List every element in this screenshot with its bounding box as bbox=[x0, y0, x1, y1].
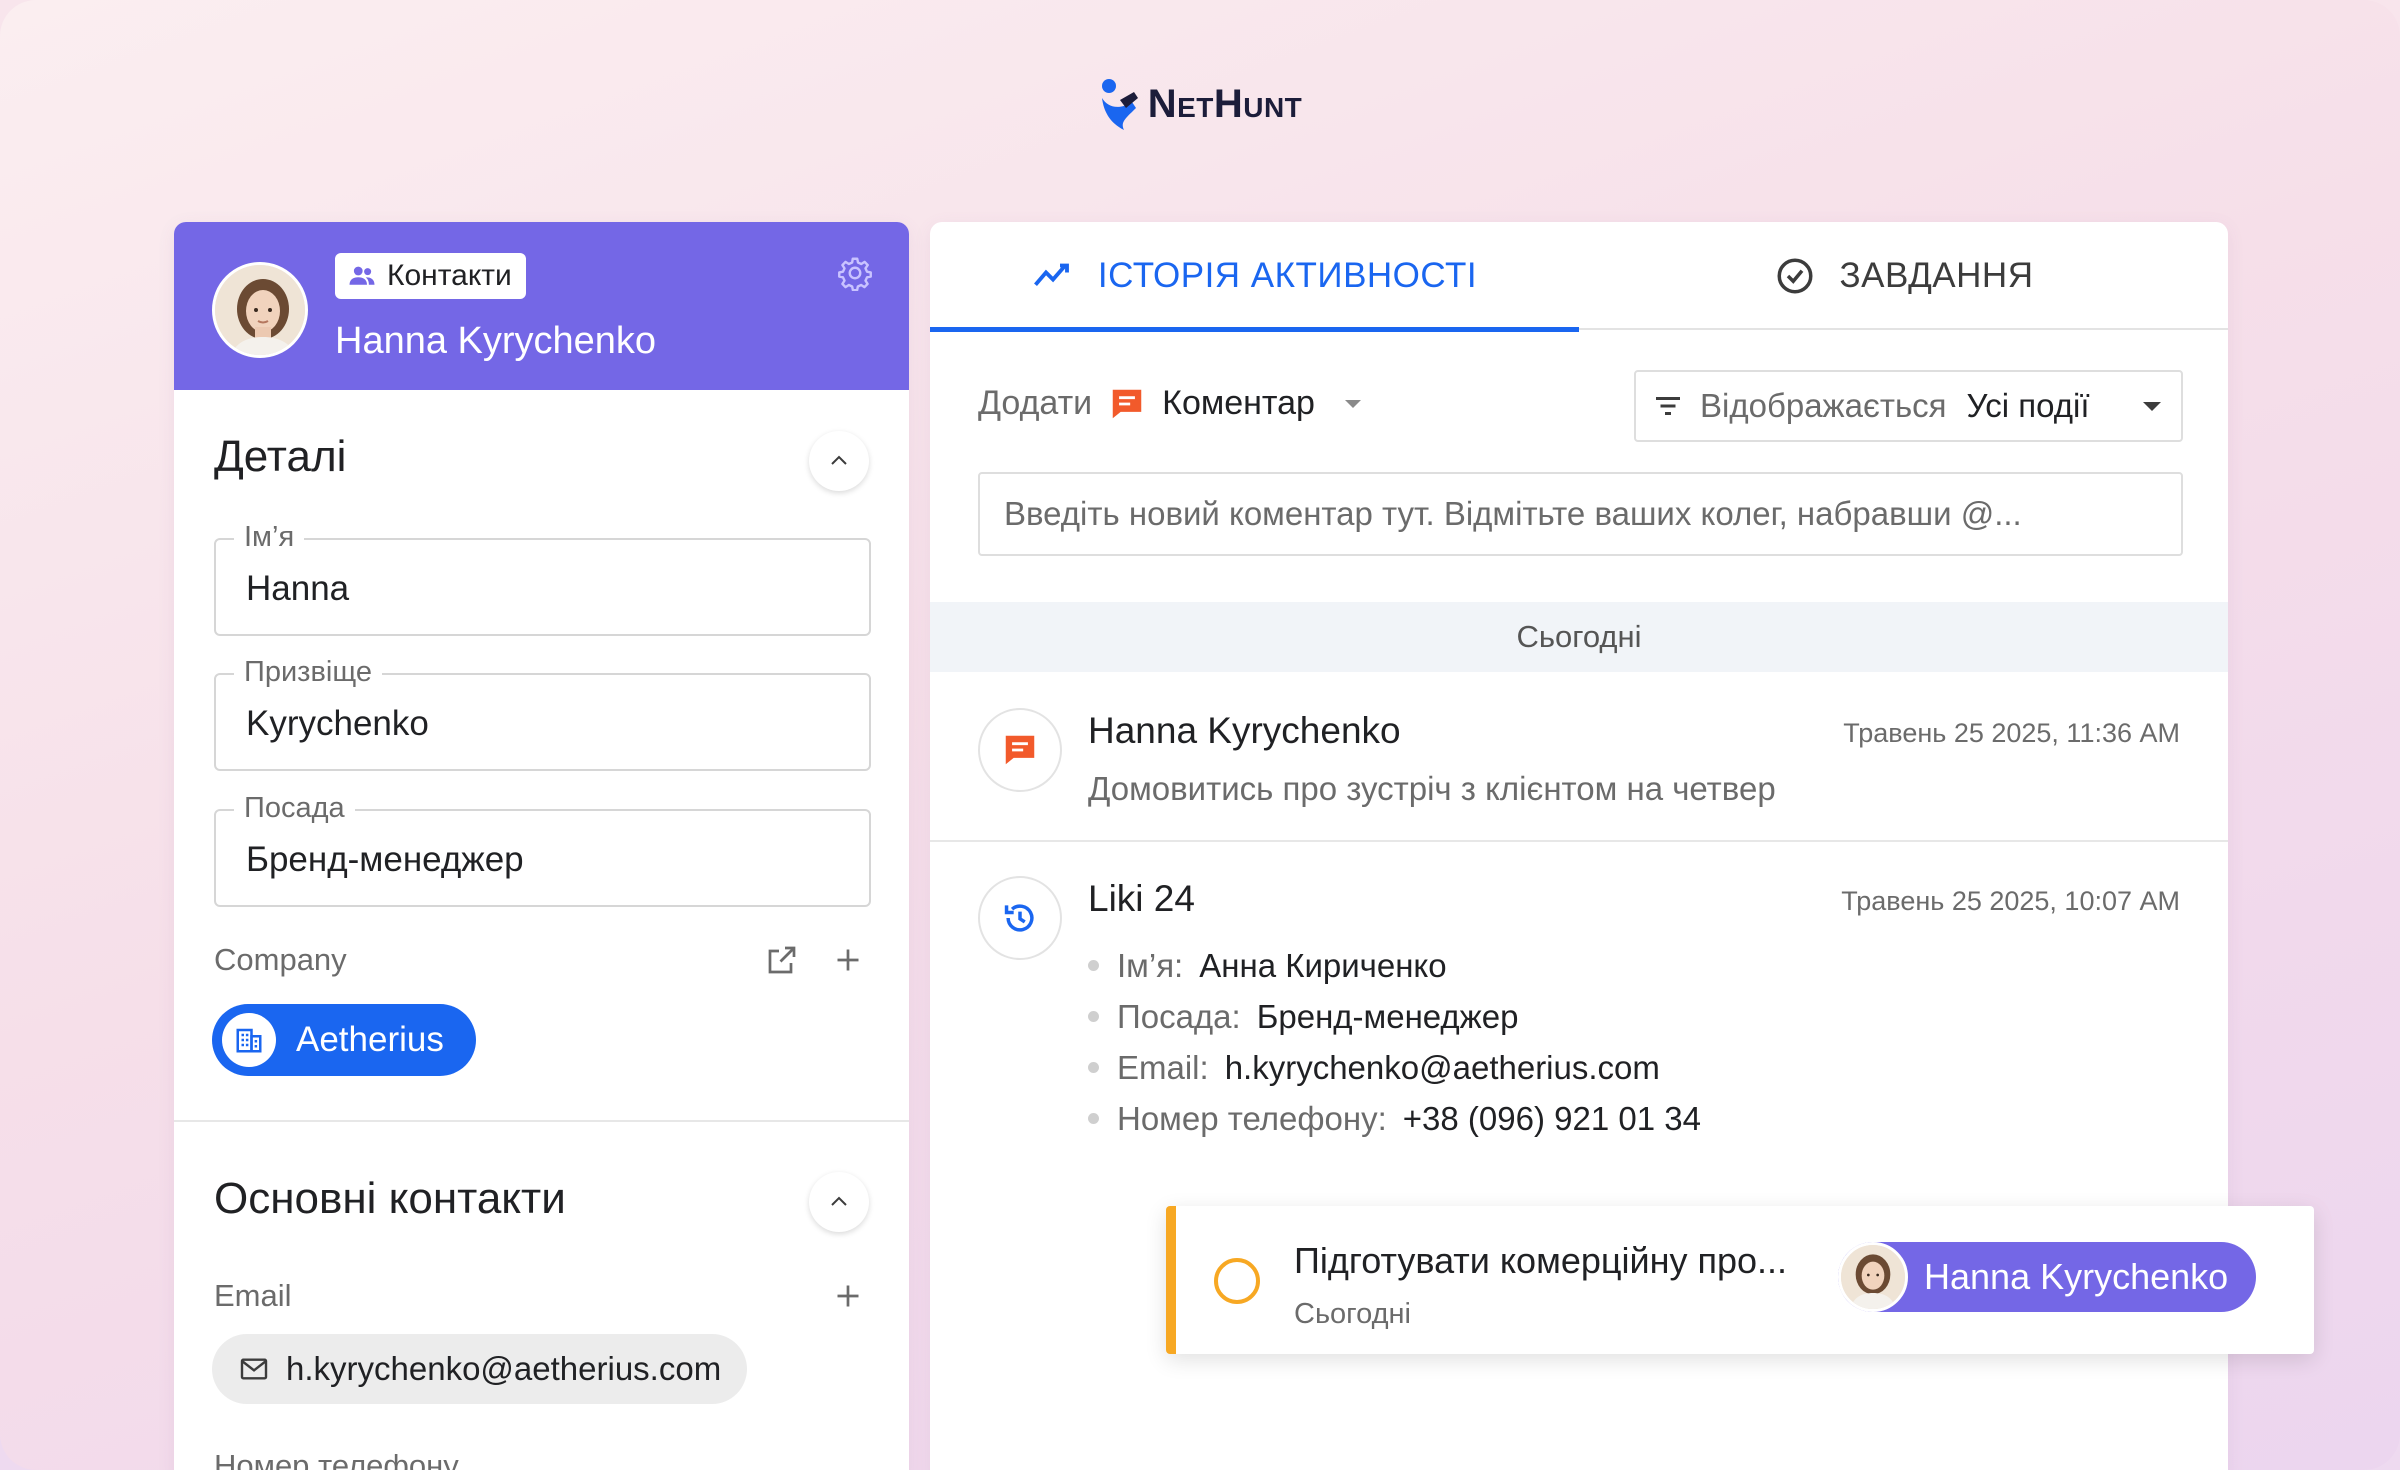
chevron-down-icon bbox=[2143, 401, 2161, 411]
add-company-button[interactable] bbox=[828, 940, 868, 980]
filter-icon bbox=[1656, 397, 1680, 415]
external-link-icon bbox=[768, 946, 796, 974]
app-frame: NetHunt Контакти Hanna Kyrychenko Деталі… bbox=[0, 0, 2400, 1470]
event-filter-select[interactable]: Відображається Усі події bbox=[1634, 370, 2183, 442]
change-value: h.kyrychenko@aetherius.com bbox=[1224, 1048, 1660, 1086]
list-item: Email: h.kyrychenko@aetherius.com bbox=[1088, 1042, 1701, 1093]
add-type-value: Коментар bbox=[1162, 384, 1315, 422]
nethunt-logo: NetHunt bbox=[0, 78, 2400, 130]
change-key: Посада: bbox=[1117, 997, 1241, 1035]
first-name-field[interactable]: Ім’я Hanna bbox=[214, 521, 871, 636]
comment-event-icon bbox=[978, 708, 1062, 792]
mail-icon bbox=[240, 1358, 268, 1380]
position-label: Посада bbox=[234, 792, 355, 825]
position-field[interactable]: Посада Бренд-менеджер bbox=[214, 792, 871, 907]
first-name-label: Ім’я bbox=[234, 521, 305, 554]
first-name-value: Hanna bbox=[246, 569, 350, 608]
chevron-up-icon bbox=[831, 455, 847, 465]
feed-item-author: Liki 24 bbox=[1088, 878, 1195, 919]
plus-icon bbox=[837, 1285, 859, 1307]
open-company-button[interactable] bbox=[762, 940, 802, 980]
feed-item-time: Травень 25 2025, 11:36 AM bbox=[1843, 718, 2180, 748]
contact-name: Hanna Kyrychenko bbox=[335, 320, 657, 362]
company-label: Company bbox=[214, 942, 347, 977]
details-collapse-button[interactable] bbox=[809, 431, 869, 491]
field-change-list: Ім’я: Анна Кириченко Посада: Бренд-менедже… bbox=[1088, 940, 1701, 1144]
list-item: Номер телефону: +38 (096) 921 01 34 bbox=[1088, 1093, 1701, 1144]
filter-value: Усі події bbox=[1966, 387, 2090, 424]
change-value: Анна Кириченко bbox=[1199, 946, 1447, 984]
section-divider bbox=[174, 1120, 909, 1122]
chevron-up-icon bbox=[831, 1196, 847, 1206]
feed-item-author: Hanna Kyrychenko bbox=[1088, 710, 1401, 751]
building-icon bbox=[222, 1013, 276, 1067]
change-value: +38 (096) 921 01 34 bbox=[1402, 1099, 1701, 1137]
day-separator: Сьогодні bbox=[930, 602, 2228, 672]
task-due-date: Сьогодні bbox=[1294, 1298, 1411, 1330]
feed-divider bbox=[930, 840, 2228, 842]
email-value: h.kyrychenko@aetherius.com bbox=[286, 1350, 722, 1387]
main-contacts-collapse-button[interactable] bbox=[809, 1172, 869, 1232]
last-name-value: Kyrychenko bbox=[246, 704, 429, 743]
task-complete-checkbox[interactable] bbox=[1214, 1258, 1260, 1304]
list-item: Посада: Бренд-менеджер bbox=[1088, 991, 1701, 1042]
bullet-icon bbox=[1088, 1062, 1099, 1073]
add-type-selector[interactable]: Додати Коментар bbox=[978, 384, 1361, 423]
last-name-field[interactable]: Призвіще Kyrychenko bbox=[214, 656, 871, 771]
last-name-label: Призвіще bbox=[234, 656, 382, 689]
tab-tasks[interactable]: ЗАВДАННЯ bbox=[1579, 222, 2228, 330]
tab-activity-label: ІСТОРІЯ АКТИВНОСТІ bbox=[1097, 256, 1478, 295]
task-title: Підготувати комерційну про... bbox=[1294, 1240, 1788, 1281]
list-item: Ім’я: Анна Кириченко bbox=[1088, 940, 1701, 991]
bullet-icon bbox=[1088, 1113, 1099, 1124]
trend-line-icon bbox=[1033, 263, 1069, 287]
task-card[interactable]: Підготувати комерційну про... Сьогодні H… bbox=[1166, 1206, 2314, 1354]
email-label: Email bbox=[214, 1278, 292, 1313]
contacts-badge-label: Контакти bbox=[387, 259, 512, 292]
tab-activity-history[interactable]: ІСТОРІЯ АКТИВНОСТІ bbox=[930, 222, 1579, 332]
task-priority-bar bbox=[1166, 1206, 1176, 1354]
tab-tasks-label: ЗАВДАННЯ bbox=[1839, 256, 2034, 295]
comment-icon bbox=[1112, 389, 1142, 418]
company-chip[interactable]: Aetherius bbox=[212, 1004, 476, 1076]
contact-panel: Контакти Hanna Kyrychenko Деталі Ім’я Ha… bbox=[174, 222, 909, 1470]
gear-icon[interactable] bbox=[837, 255, 873, 291]
bullet-icon bbox=[1088, 960, 1099, 971]
change-value: Бренд-менеджер bbox=[1256, 997, 1519, 1035]
nethunt-logo-icon bbox=[1101, 79, 1138, 130]
details-title: Деталі bbox=[214, 432, 347, 481]
assignee-name: Hanna Kyrychenko bbox=[1924, 1256, 2229, 1297]
bullet-icon bbox=[1088, 1011, 1099, 1022]
check-circle-icon bbox=[1777, 258, 1813, 294]
add-label: Додати bbox=[978, 384, 1093, 422]
change-key: Ім’я: bbox=[1117, 946, 1184, 984]
main-contacts-title: Основні контакти bbox=[214, 1174, 566, 1223]
dropdown-caret-icon bbox=[1344, 399, 1361, 408]
email-chip[interactable]: h.kyrychenko@aetherius.com bbox=[212, 1334, 748, 1404]
change-key: Email: bbox=[1117, 1048, 1209, 1086]
feed-item-time: Травень 25 2025, 10:07 AM bbox=[1841, 886, 2180, 916]
comment-input[interactable]: Введіть новий коментар тут. Відмітьте ва… bbox=[978, 472, 2183, 556]
feed-item-text: Домовитись про зустріч з клієнтом на чет… bbox=[1088, 770, 1776, 807]
task-assignee-chip[interactable]: Hanna Kyrychenko bbox=[1838, 1242, 2257, 1312]
history-icon bbox=[1004, 904, 1034, 932]
change-key: Номер телефону: bbox=[1117, 1099, 1387, 1137]
comment-icon bbox=[1005, 735, 1035, 765]
company-chip-label: Aetherius bbox=[296, 1020, 444, 1059]
history-event-icon bbox=[978, 876, 1062, 960]
people-icon bbox=[349, 266, 375, 285]
tab-bar: ІСТОРІЯ АКТИВНОСТІ ЗАВДАННЯ bbox=[930, 222, 2228, 332]
assignee-avatar bbox=[1838, 1242, 1908, 1312]
contact-header: Контакти Hanna Kyrychenko bbox=[174, 222, 909, 390]
position-value: Бренд-менеджер bbox=[246, 840, 524, 879]
contact-avatar bbox=[212, 262, 308, 358]
phone-label: Номер телефону bbox=[214, 1448, 459, 1470]
plus-icon bbox=[837, 949, 859, 971]
add-email-button[interactable] bbox=[828, 1276, 868, 1316]
contacts-badge[interactable]: Контакти bbox=[335, 253, 526, 299]
logo-text: NetHunt bbox=[1147, 81, 1303, 126]
filter-label: Відображається bbox=[1700, 387, 1947, 424]
